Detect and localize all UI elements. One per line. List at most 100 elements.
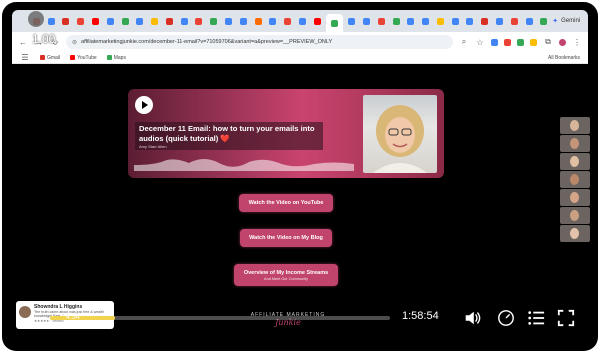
tab-favicon-icon [92, 17, 100, 25]
back-icon[interactable]: ← [18, 38, 28, 47]
participant-video[interactable] [560, 135, 590, 152]
extension-icon[interactable] [517, 38, 524, 46]
tab-favicon-icon [225, 17, 233, 25]
button-label: Watch the Video on My Blog [249, 235, 323, 241]
tab-favicon-icon [466, 17, 474, 25]
presenter-photo [363, 95, 437, 173]
chapters-icon[interactable] [526, 308, 546, 328]
browser-tab[interactable] [281, 14, 294, 28]
tab-favicon-icon [298, 17, 306, 25]
tab-favicon-icon [481, 17, 489, 25]
browser-tab[interactable] [222, 14, 235, 28]
participant-video[interactable] [560, 117, 590, 134]
tab-favicon-icon [540, 17, 548, 25]
browser-tab[interactable] [311, 14, 324, 28]
button-label: Overview of My Income Streams [243, 269, 329, 276]
watch-blog-button[interactable]: Watch the Video on My Blog [240, 229, 332, 247]
address-bar[interactable]: ⊜ affiliatemarketingjunkie.com/december-… [66, 35, 453, 49]
income-streams-button[interactable]: Overview of My Income Streams And Meet O… [234, 264, 338, 286]
browser-toolbar: ← → ↻ ⊜ affiliatemarketingjunkie.com/dec… [12, 32, 588, 52]
tab-favicon-icon [525, 17, 533, 25]
apps-icon[interactable]: ☰ [20, 53, 30, 62]
browser-tab[interactable] [449, 14, 462, 28]
bookmark-gmail[interactable]: Gmail [40, 55, 60, 61]
tab-favicon-icon [151, 17, 159, 25]
browser-tab[interactable] [104, 14, 117, 28]
browser-tab[interactable] [419, 14, 432, 28]
card-title-box: December 11 Email: how to turn your emai… [135, 122, 323, 150]
browser-tab[interactable] [464, 14, 477, 28]
playback-speed-icon[interactable] [496, 308, 516, 328]
browser-tab[interactable] [523, 14, 536, 28]
participant-video[interactable] [560, 171, 590, 188]
browser-tab[interactable] [148, 14, 161, 28]
tab-favicon-icon [377, 17, 385, 25]
tab-favicon-icon [348, 17, 356, 25]
gemini-button[interactable]: ✦ Gemini [552, 17, 580, 25]
browser-tab[interactable] [207, 14, 220, 28]
browser-tab[interactable] [133, 14, 146, 28]
tab-favicon-icon [510, 17, 518, 25]
play-button[interactable] [135, 96, 153, 114]
fullscreen-icon[interactable] [556, 308, 576, 328]
browser-tab[interactable] [508, 14, 521, 28]
extension-icon[interactable] [504, 38, 511, 46]
zoom-icon[interactable]: ⌕ [459, 37, 469, 47]
browser-tab[interactable] [390, 14, 403, 28]
tab-favicon-icon [180, 17, 188, 25]
browser-tab[interactable] [178, 14, 191, 28]
browser-tab[interactable] [267, 14, 280, 28]
browser-tab[interactable] [478, 14, 491, 28]
url-text: affiliatemarketingjunkie.com/december-11… [81, 39, 333, 45]
participant-video[interactable] [560, 225, 590, 242]
seek-bar-fill [50, 316, 115, 320]
browser-tab[interactable] [45, 14, 58, 28]
participant-video[interactable] [560, 189, 590, 206]
button-label: Watch the Video on YouTube [248, 200, 324, 206]
tab-favicon-icon [165, 17, 173, 25]
youtube-icon [70, 55, 76, 60]
browser-tab[interactable] [119, 14, 132, 28]
extension-icon[interactable] [491, 38, 498, 46]
bookmark-youtube[interactable]: YouTube [70, 55, 97, 61]
browser-tab[interactable] [493, 14, 506, 28]
tab-favicon-icon [254, 17, 262, 25]
all-bookmarks-button[interactable]: All Bookmarks [548, 55, 580, 61]
browser-tab[interactable] [537, 14, 550, 28]
tab-favicon-icon [106, 17, 114, 25]
bookmark-star-icon[interactable]: ☆ [475, 38, 485, 47]
tab-favicon-icon [210, 17, 218, 25]
browser-tab[interactable] [360, 14, 373, 28]
watch-youtube-button[interactable]: Watch the Video on YouTube [239, 194, 333, 212]
participant-video[interactable] [560, 153, 590, 170]
puzzle-icon[interactable]: ⧉ [543, 37, 553, 47]
browser-tab[interactable] [237, 14, 250, 28]
bookmark-maps[interactable]: Maps [106, 55, 126, 61]
extension-icon[interactable] [530, 38, 537, 46]
site-info-icon[interactable]: ⊜ [72, 39, 77, 46]
speed-toggle-button[interactable] [28, 11, 44, 27]
tab-favicon-icon [195, 17, 203, 25]
profile-avatar[interactable] [559, 38, 566, 46]
browser-tab[interactable] [325, 14, 344, 32]
playback-speed[interactable]: 1.00 [32, 32, 55, 46]
participant-video[interactable] [560, 207, 590, 224]
browser-tab[interactable] [434, 14, 447, 28]
menu-icon[interactable]: ⋮ [572, 38, 582, 47]
browser-tab[interactable] [296, 14, 309, 28]
browser-tab[interactable] [375, 14, 388, 28]
browser-tab[interactable] [252, 14, 265, 28]
card-title: December 11 Email: how to turn your emai… [139, 124, 315, 143]
audio-waveform[interactable] [134, 151, 354, 171]
gmail-icon [40, 55, 45, 60]
browser-tab[interactable] [74, 14, 87, 28]
browser-tab[interactable] [163, 14, 176, 28]
browser-tab[interactable] [60, 14, 73, 28]
browser-tab[interactable] [89, 14, 102, 28]
browser-tab[interactable] [404, 14, 417, 28]
browser-tab[interactable] [193, 14, 206, 28]
volume-icon[interactable] [462, 308, 482, 328]
browser-tab[interactable] [345, 14, 358, 28]
seek-bar[interactable] [50, 316, 390, 320]
tab-favicon-icon [136, 17, 144, 25]
